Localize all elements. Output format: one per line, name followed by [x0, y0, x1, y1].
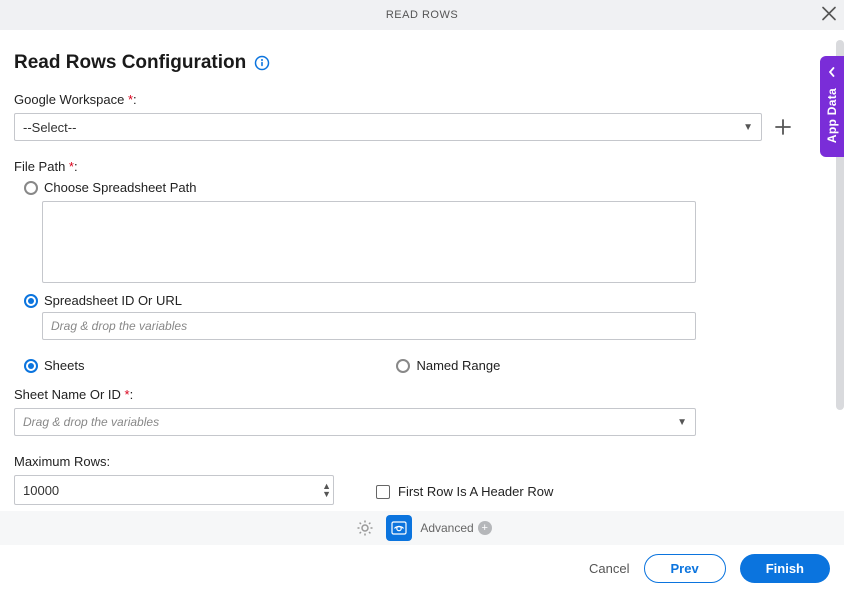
maximum-rows-label: Maximum Rows: — [14, 454, 334, 469]
finish-button[interactable]: Finish — [740, 554, 830, 583]
footer: Cancel Prev Finish — [0, 545, 844, 591]
app-data-label: App Data — [825, 88, 839, 143]
sheets-label: Sheets — [44, 358, 84, 373]
cancel-button[interactable]: Cancel — [589, 561, 629, 576]
chevron-left-icon — [827, 64, 837, 80]
page-title: Read Rows Configuration — [14, 52, 246, 74]
spreadsheet-id-url-label: Spreadsheet ID Or URL — [44, 293, 182, 308]
named-range-radio[interactable] — [396, 359, 410, 373]
app-data-panel-tab[interactable]: App Data — [820, 56, 844, 157]
caret-down-icon: ▼ — [677, 417, 687, 428]
first-row-header-checkbox[interactable] — [376, 485, 390, 499]
form-content: Read Rows Configuration Google Workspace… — [0, 30, 808, 505]
dialog-title: READ ROWS — [386, 9, 458, 21]
sheet-name-or-id-label: Sheet Name Or ID *: — [14, 387, 794, 402]
close-icon[interactable] — [822, 5, 836, 26]
caret-down-icon: ▼ — [743, 122, 753, 133]
file-path-label: File Path *: — [14, 159, 794, 174]
spreadsheet-path-dropzone[interactable] — [42, 201, 696, 283]
prev-button[interactable]: Prev — [644, 554, 726, 583]
gear-icon[interactable] — [352, 515, 378, 541]
named-range-label: Named Range — [416, 358, 500, 373]
spreadsheet-id-url-input[interactable]: Drag & drop the variables — [42, 312, 696, 340]
google-workspace-label: Google Workspace *: — [14, 92, 794, 107]
preview-icon[interactable] — [386, 515, 412, 541]
google-workspace-select[interactable]: --Select-- ▼ — [14, 113, 762, 141]
plus-circle-icon: + — [478, 521, 492, 535]
advanced-toggle[interactable]: Advanced + — [420, 521, 491, 535]
step-down-icon: ▼ — [322, 490, 331, 498]
toolbar: Advanced + — [0, 511, 844, 545]
dialog-header: READ ROWS — [0, 0, 844, 30]
sheet-name-or-id-select[interactable]: Drag & drop the variables ▼ — [14, 408, 696, 436]
add-workspace-button[interactable] — [772, 116, 794, 138]
choose-spreadsheet-path-label: Choose Spreadsheet Path — [44, 180, 197, 195]
numeric-stepper[interactable]: ▲ ▼ — [322, 482, 331, 498]
google-workspace-value: --Select-- — [23, 120, 76, 135]
maximum-rows-input[interactable]: 10000 ▲ ▼ — [14, 475, 334, 505]
maximum-rows-value: 10000 — [23, 483, 59, 498]
choose-spreadsheet-path-radio[interactable] — [24, 181, 38, 195]
info-icon[interactable] — [254, 55, 270, 71]
advanced-label: Advanced — [420, 521, 473, 535]
sheets-radio[interactable] — [24, 359, 38, 373]
first-row-header-label: First Row Is A Header Row — [398, 484, 553, 499]
sheet-name-or-id-placeholder: Drag & drop the variables — [23, 415, 159, 429]
spreadsheet-id-url-radio[interactable] — [24, 294, 38, 308]
